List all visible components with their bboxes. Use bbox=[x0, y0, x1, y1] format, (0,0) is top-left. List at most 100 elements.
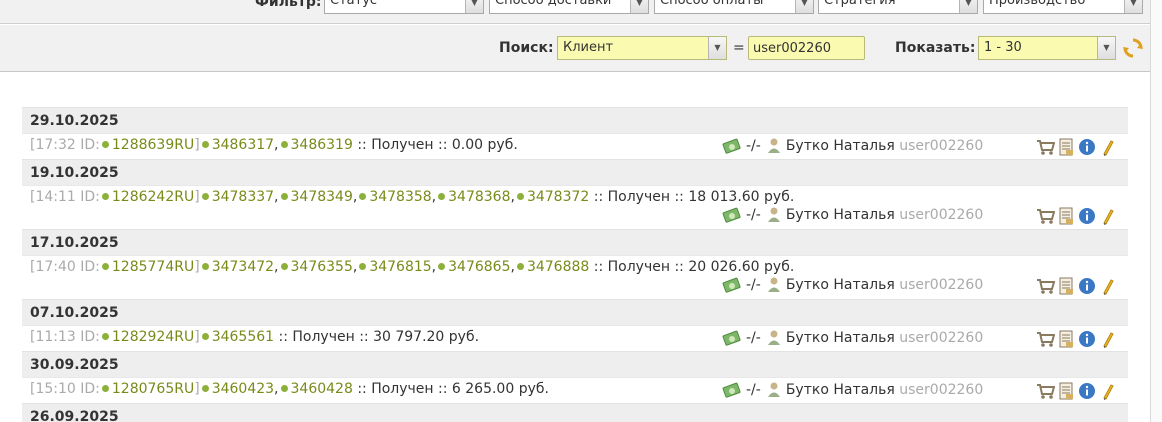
order-line: [15:10 ID: 1280765RU] 3460423, 3460428 :: П… bbox=[30, 381, 549, 397]
order-row: [17:32 ID: 1288639RU] 3486317, 3486319 :: П… bbox=[22, 133, 1128, 159]
order-line: [11:13 ID: 1282924RU] 3465561 :: Получен :… bbox=[30, 329, 479, 345]
info-icon[interactable] bbox=[1078, 277, 1097, 296]
row-actions bbox=[1034, 138, 1118, 157]
status-dot-icon bbox=[280, 193, 288, 200]
item-link[interactable]: 3476865 bbox=[448, 259, 510, 275]
status-dot-icon bbox=[101, 193, 109, 200]
date-row: 07.10.2025 bbox=[22, 299, 1128, 325]
client-name[interactable]: Бутко Наталья bbox=[786, 330, 895, 346]
item-link[interactable]: 3486317 bbox=[212, 137, 274, 153]
user-icon bbox=[767, 138, 780, 153]
edit-pencil-icon[interactable] bbox=[1099, 207, 1118, 226]
date-row: 17.10.2025 bbox=[22, 229, 1128, 255]
edit-pencil-icon[interactable] bbox=[1099, 277, 1118, 296]
order-time: [15:10 ID: bbox=[30, 381, 100, 397]
delivery-select[interactable]: Способ доставки ▼ bbox=[489, 0, 649, 14]
info-icon[interactable] bbox=[1078, 138, 1097, 157]
order-status: :: Получен :: 30 797.20 руб. bbox=[278, 329, 480, 345]
order-status: :: Получен :: 0.00 руб. bbox=[357, 137, 518, 153]
payment-select[interactable]: Способ оплаты ▼ bbox=[654, 0, 814, 14]
info-icon[interactable] bbox=[1078, 330, 1097, 349]
production-select[interactable]: Производство ▼ bbox=[983, 0, 1143, 14]
document-icon[interactable] bbox=[1057, 207, 1076, 226]
client-name[interactable]: Бутко Наталья bbox=[786, 382, 895, 398]
item-link[interactable]: 3478337 bbox=[212, 189, 274, 205]
payment-status: -/- bbox=[746, 207, 761, 223]
money-icon bbox=[722, 330, 741, 346]
date-row: 26.09.2025 bbox=[22, 403, 1128, 422]
document-icon[interactable] bbox=[1057, 382, 1076, 401]
item-link[interactable]: 3476815 bbox=[369, 259, 431, 275]
edit-pencil-icon[interactable] bbox=[1099, 138, 1118, 157]
strategy-select[interactable]: Стратегия ▼ bbox=[818, 0, 978, 14]
client-login: user002260 bbox=[899, 330, 984, 346]
item-link[interactable]: 3478368 bbox=[448, 189, 510, 205]
status-select[interactable]: Статус ▼ bbox=[324, 0, 484, 14]
client-info: -/- Бутко Наталья user002260 bbox=[722, 137, 983, 155]
user-icon bbox=[767, 207, 780, 222]
chevron-down-icon: ▼ bbox=[1124, 0, 1142, 13]
row-actions bbox=[1034, 382, 1118, 401]
status-dot-icon bbox=[101, 333, 109, 340]
order-time: [14:11 ID: bbox=[30, 189, 100, 205]
refresh-icon[interactable] bbox=[1122, 37, 1144, 59]
cart-icon[interactable] bbox=[1036, 138, 1055, 157]
status-dot-icon bbox=[280, 263, 288, 270]
row-actions bbox=[1034, 330, 1118, 349]
order-status: :: Получен :: 6 265.00 руб. bbox=[357, 381, 549, 397]
order-time: [11:13 ID: bbox=[30, 329, 100, 345]
page-range-select[interactable]: 1 - 30 ▼ bbox=[978, 36, 1116, 60]
edit-pencil-icon[interactable] bbox=[1099, 382, 1118, 401]
cart-icon[interactable] bbox=[1036, 330, 1055, 349]
client-info: -/- Бутко Наталья user002260 bbox=[722, 206, 983, 224]
order-id-link[interactable]: 1285774RU bbox=[112, 259, 194, 275]
client-name[interactable]: Бутко Наталья bbox=[786, 138, 895, 154]
payment-status: -/- bbox=[746, 138, 761, 154]
row-actions bbox=[1034, 207, 1118, 226]
money-icon bbox=[722, 382, 741, 398]
item-link[interactable]: 3476888 bbox=[527, 259, 589, 275]
document-icon[interactable] bbox=[1057, 330, 1076, 349]
item-link[interactable]: 3460423 bbox=[212, 381, 274, 397]
cart-icon[interactable] bbox=[1036, 207, 1055, 226]
search-field-select[interactable]: Клиент ▼ bbox=[557, 36, 727, 60]
cart-icon[interactable] bbox=[1036, 277, 1055, 296]
client-name[interactable]: Бутко Наталья bbox=[786, 207, 895, 223]
user-icon bbox=[767, 277, 780, 292]
item-link[interactable]: 3478358 bbox=[369, 189, 431, 205]
order-id-link[interactable]: 1286242RU bbox=[112, 189, 194, 205]
client-name[interactable]: Бутко Наталья bbox=[786, 277, 895, 293]
scrollbar[interactable] bbox=[1150, 0, 1162, 422]
order-id-link[interactable]: 1280765RU bbox=[112, 381, 194, 397]
status-dot-icon bbox=[201, 193, 209, 200]
item-link[interactable]: 3478349 bbox=[291, 189, 353, 205]
item-link[interactable]: 3486319 bbox=[291, 137, 353, 153]
item-link[interactable]: 3460428 bbox=[291, 381, 353, 397]
info-icon[interactable] bbox=[1078, 382, 1097, 401]
document-icon[interactable] bbox=[1057, 138, 1076, 157]
search-label: Поиск: bbox=[499, 40, 554, 56]
client-login: user002260 bbox=[899, 277, 984, 293]
chevron-down-icon: ▼ bbox=[708, 37, 726, 59]
item-link[interactable]: 3476355 bbox=[291, 259, 353, 275]
equals-sign: = bbox=[733, 40, 745, 56]
cart-icon[interactable] bbox=[1036, 382, 1055, 401]
order-id-link[interactable]: 1288639RU bbox=[112, 137, 194, 153]
order-id-link[interactable]: 1282924RU bbox=[112, 329, 194, 345]
app-window: Фильтр: Статус ▼ Способ доставки ▼ Способ … bbox=[0, 0, 1162, 422]
item-link[interactable]: 3478372 bbox=[527, 189, 589, 205]
status-dot-icon bbox=[516, 193, 524, 200]
status-dot-icon bbox=[201, 263, 209, 270]
edit-pencil-icon[interactable] bbox=[1099, 330, 1118, 349]
order-row: [14:11 ID: 1286242RU] 3478337, 3478349, 3478… bbox=[22, 185, 1128, 229]
document-icon[interactable] bbox=[1057, 277, 1076, 296]
order-id-close: ] bbox=[194, 259, 200, 275]
info-icon[interactable] bbox=[1078, 207, 1097, 226]
item-link[interactable]: 3465561 bbox=[212, 329, 274, 345]
search-input[interactable] bbox=[748, 36, 865, 60]
payment-status: -/- bbox=[746, 277, 761, 293]
user-icon bbox=[767, 382, 780, 397]
order-time: [17:40 ID: bbox=[30, 259, 100, 275]
order-line: [14:11 ID: 1286242RU] 3478337, 3478349, 3478… bbox=[30, 189, 795, 205]
item-link[interactable]: 3473472 bbox=[212, 259, 274, 275]
